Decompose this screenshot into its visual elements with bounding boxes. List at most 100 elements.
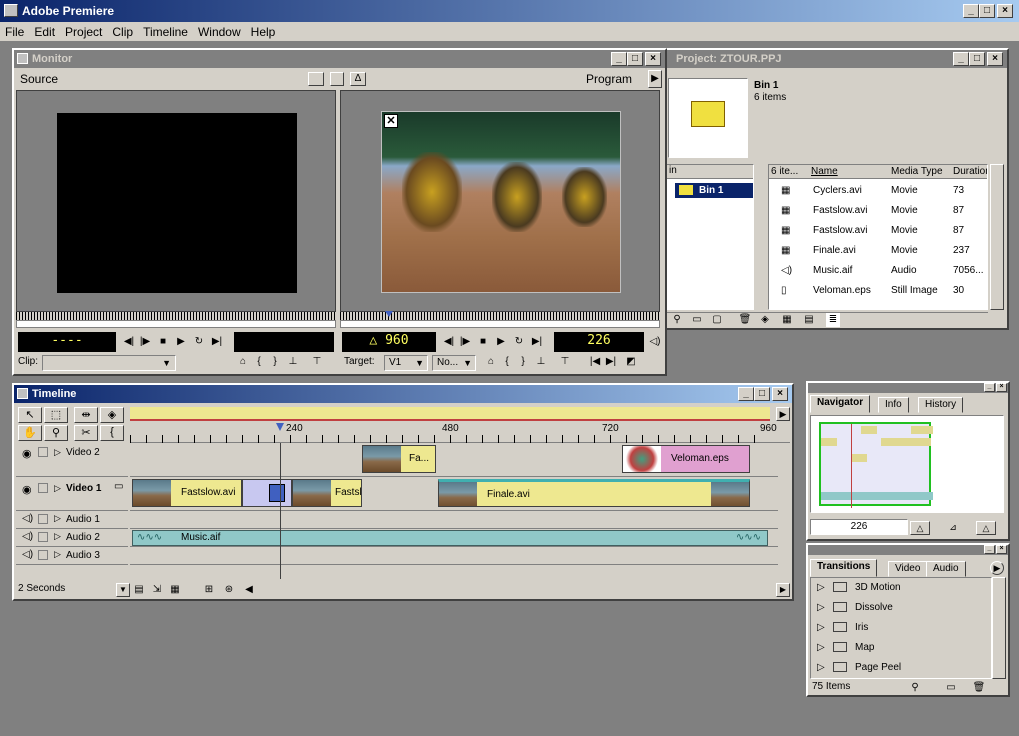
program-playhead[interactable] (385, 311, 393, 317)
source-loop-icon[interactable]: ↻ (192, 335, 206, 349)
link-tool-icon[interactable]: ✂ (74, 425, 98, 441)
lock-toggle[interactable] (38, 447, 48, 457)
col-media-type[interactable]: Media Type (891, 166, 943, 177)
target-audio-select[interactable]: No... ▼ (432, 355, 476, 371)
navigator-view[interactable] (810, 415, 1004, 513)
expand-triangle-icon[interactable]: ▷ (817, 622, 825, 633)
clip-v1-transition[interactable] (242, 479, 292, 507)
expand-triangle-icon[interactable]: ▷ (54, 447, 61, 458)
expand-triangle-icon[interactable]: ▷ (817, 642, 825, 653)
program-play-icon[interactable]: ▶ (494, 335, 508, 349)
tab-audio[interactable]: Audio (926, 561, 966, 577)
program-menu-arrow[interactable]: ▶ (648, 70, 662, 88)
time-unit-dropdown[interactable]: ▼ (116, 583, 130, 597)
work-area-bar[interactable] (130, 407, 770, 421)
transitions-menu-arrow[interactable]: ▶ (990, 561, 1004, 575)
clip-v1-fastslow[interactable]: Fastslow.avi (132, 479, 242, 507)
edit-line-marker[interactable] (276, 423, 284, 433)
track-header-video1[interactable]: ◉ ▷ Video 1 ▭ (16, 477, 128, 511)
find-icon[interactable]: ⚲ (670, 313, 684, 327)
col-name[interactable]: Name (811, 166, 838, 177)
delete-icon[interactable]: 🗑 (972, 681, 986, 695)
program-audio-icon[interactable]: ◁) (648, 335, 662, 349)
clip-v1-fastsl[interactable]: Fastsl... (292, 479, 362, 507)
track-header-audio2[interactable]: ◁) ▷ Audio 2 (16, 529, 128, 547)
out-point-icon[interactable]: } (268, 355, 282, 369)
list-item[interactable]: ▷ Map (811, 638, 991, 658)
tab-info[interactable]: Info (878, 397, 909, 413)
eye-icon[interactable]: ◉ (22, 483, 32, 496)
overlay-icon[interactable]: ⊤ (310, 355, 324, 369)
clip-v2-fa[interactable]: Fa... (362, 445, 436, 473)
bin-list-item[interactable]: Bin 1 (675, 183, 753, 198)
trim-view-icon[interactable]: Δ (350, 72, 366, 86)
transitions-close-button[interactable]: × (996, 545, 1007, 554)
tab-transitions[interactable]: Transitions (810, 559, 878, 577)
insert-icon[interactable]: ⊥ (286, 355, 300, 369)
out-point-icon[interactable]: } (516, 355, 530, 369)
col-count[interactable]: 6 ite... (771, 166, 798, 177)
zoom-tool-icon[interactable]: ⚲ (44, 425, 68, 441)
eye-icon[interactable]: ◉ (22, 447, 32, 460)
menu-clip[interactable]: Clip (107, 22, 138, 39)
expand-triangle-icon[interactable]: ▷ (54, 531, 61, 542)
menu-help[interactable]: Help (246, 22, 281, 39)
navigator-close-button[interactable]: × (996, 383, 1007, 392)
clip-dropdown[interactable]: ▼ (42, 355, 176, 371)
extract-icon[interactable]: ⊤ (558, 355, 572, 369)
navigator-minimize-button[interactable]: _ (984, 383, 995, 392)
app-minimize-button[interactable]: _ (963, 4, 979, 18)
zoom-slider[interactable]: ⊿ (934, 521, 972, 535)
source-timecode[interactable]: ---- (18, 332, 116, 352)
track-video2[interactable]: Fa... Veloman.eps (130, 443, 778, 477)
track-audio1[interactable] (130, 511, 778, 529)
transitions-scrollbar[interactable] (992, 577, 1006, 679)
menu-project[interactable]: Project (60, 22, 107, 39)
col-duration[interactable]: Duration (953, 166, 987, 177)
razor-tool-icon[interactable]: ◈ (100, 407, 124, 423)
edge-view-icon[interactable]: ⊞ (202, 583, 216, 597)
clip-v2-veloman[interactable]: Veloman.eps (622, 445, 750, 473)
list-item[interactable]: ◁) Music.aif Audio 7056... (769, 261, 987, 281)
program-loop-icon[interactable]: ↻ (512, 335, 526, 349)
new-folder-icon[interactable]: ▭ (944, 681, 958, 695)
program-prev-frame-icon[interactable]: ◀| (442, 335, 456, 349)
zoom-in-icon[interactable]: △ (976, 521, 996, 535)
resize-icon[interactable]: ◈ (758, 313, 772, 327)
monitor-close-button[interactable]: × (645, 52, 661, 66)
new-bin-icon[interactable]: ▭ (690, 313, 704, 327)
track-options-icon[interactable]: ▤ (132, 583, 146, 597)
ripple-edit-tool-icon[interactable]: ⇹ (74, 407, 98, 423)
expand-triangle-icon[interactable]: ▷ (54, 483, 61, 494)
list-view-icon[interactable]: ≣ (826, 313, 840, 327)
list-item[interactable]: ▷ Iris (811, 618, 991, 638)
sync-icon[interactable]: ⊛ (222, 583, 236, 597)
zoom-out-icon[interactable]: △ (910, 521, 930, 535)
program-position-bar[interactable] (340, 311, 660, 328)
navigator-viewport[interactable] (819, 422, 933, 508)
source-position-bar[interactable] (16, 320, 336, 328)
speaker-icon[interactable]: ◁) (22, 513, 33, 524)
track-header-audio3[interactable]: ◁) ▷ Audio 3 (16, 547, 128, 565)
menu-timeline[interactable]: Timeline (138, 22, 193, 39)
program-play-inout-icon[interactable]: ▶| (530, 335, 544, 349)
menu-edit[interactable]: Edit (29, 22, 60, 39)
delete-icon[interactable]: 🗑 (738, 313, 752, 327)
source-prev-frame-icon[interactable]: ◀| (122, 335, 136, 349)
track-video1[interactable]: Fastslow.avi Fastsl... Finale.avi (130, 477, 778, 511)
in-point-icon[interactable]: { (500, 355, 514, 369)
scroll-left-icon[interactable]: ◀ (242, 583, 256, 597)
source-duration[interactable] (234, 332, 334, 352)
app-close-button[interactable]: × (997, 4, 1013, 18)
hand-tool-icon[interactable]: ✋ (18, 425, 42, 441)
program-next-frame-icon[interactable]: |▶ (458, 335, 472, 349)
monitor-minimize-button[interactable]: _ (611, 52, 627, 66)
project-minimize-button[interactable]: _ (953, 52, 969, 66)
next-edit-icon[interactable]: ▶| (604, 355, 618, 369)
list-item[interactable]: ▦ Fastslow.avi Movie 87 (769, 201, 987, 221)
new-item-icon[interactable]: ▢ (710, 313, 724, 327)
timeline-scroll-right[interactable]: ▶ (776, 583, 790, 597)
tab-navigator[interactable]: Navigator (810, 395, 871, 413)
time-ruler[interactable]: 240 480 720 960 (130, 423, 790, 443)
expand-triangle-icon[interactable]: ▷ (817, 582, 825, 593)
